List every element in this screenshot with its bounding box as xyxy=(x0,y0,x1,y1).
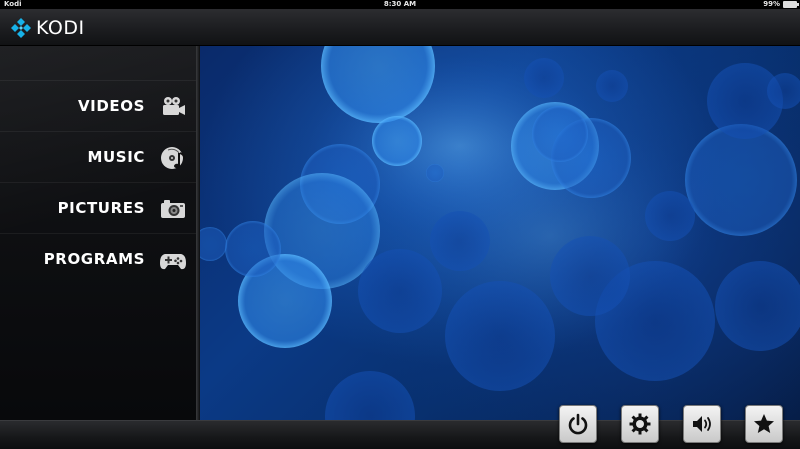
volume-icon xyxy=(693,416,711,432)
status-time: 8:30 AM xyxy=(383,0,417,8)
power-icon xyxy=(568,413,588,435)
favourites-star-icon xyxy=(754,414,774,433)
menu-item-music[interactable]: MUSIC xyxy=(0,131,196,182)
status-battery-level: 99% xyxy=(763,0,780,8)
gamepad-icon xyxy=(160,254,186,270)
bokeh-background-image xyxy=(200,46,800,420)
kodi-window: Kodi 8:30 AM 99% KODI VIDEOS MUSIC PICTU… xyxy=(0,0,800,449)
menu-item-videos[interactable]: VIDEOS xyxy=(0,80,196,131)
bottom-bar xyxy=(0,420,800,449)
status-bar: Kodi 8:30 AM 99% xyxy=(0,0,800,9)
main-menu: VIDEOS MUSIC PICTURES PROGRAMS xyxy=(0,46,196,420)
volume-button[interactable] xyxy=(683,405,721,443)
battery-icon xyxy=(783,1,799,8)
menu-item-programs[interactable]: PROGRAMS xyxy=(0,233,196,284)
menu-item-label: PROGRAMS xyxy=(43,250,145,268)
film-camera-icon xyxy=(163,97,185,115)
menu-item-label: MUSIC xyxy=(87,148,145,166)
kodi-logo-icon xyxy=(11,18,31,38)
menu-item-label: PICTURES xyxy=(57,199,145,217)
header-bar: KODI xyxy=(0,9,800,46)
photo-camera-icon xyxy=(161,200,185,218)
menu-item-label: VIDEOS xyxy=(77,97,145,115)
power-button[interactable] xyxy=(559,405,597,443)
music-disc-icon xyxy=(161,147,186,169)
settings-gear-icon xyxy=(629,413,651,435)
settings-button[interactable] xyxy=(621,405,659,443)
menu-item-pictures[interactable]: PICTURES xyxy=(0,182,196,233)
brand-name: KODI xyxy=(36,17,85,39)
background-artwork xyxy=(200,46,800,420)
favourites-button[interactable] xyxy=(745,405,783,443)
